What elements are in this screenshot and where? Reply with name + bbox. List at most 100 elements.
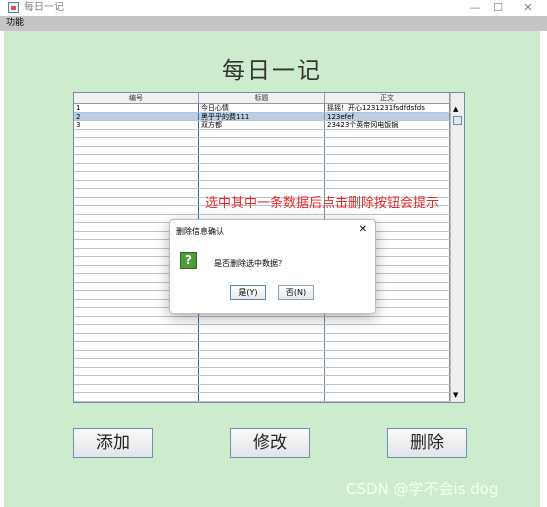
cell-title (199, 172, 325, 180)
cell-id (74, 342, 199, 350)
cell-title (199, 155, 325, 163)
title-bar: 每日一记 — ☐ ✕ (0, 0, 547, 16)
cell-title (199, 325, 325, 333)
cell-title: 双方都 (199, 121, 325, 129)
table-row[interactable] (74, 163, 450, 172)
cell-body (325, 384, 450, 392)
edit-button[interactable]: 修改 (230, 428, 310, 458)
annotation-text: 选中其中一条数据后点击删除按钮会提示 (205, 196, 440, 211)
cell-title (199, 367, 325, 375)
menu-bar: 功能 (0, 16, 547, 31)
cell-id: 3 (74, 121, 199, 129)
cell-title (199, 393, 325, 401)
dialog-title: 删除信息确认 (176, 227, 224, 236)
table-row[interactable] (74, 359, 450, 368)
cell-body (325, 393, 450, 401)
table-row[interactable] (74, 393, 450, 402)
table-row[interactable] (74, 376, 450, 385)
scroll-thumb[interactable] (453, 116, 462, 125)
app-heading: 每日一记 (222, 58, 322, 84)
maximize-button[interactable]: ☐ (483, 0, 513, 16)
scroll-down-icon[interactable]: ▼ (453, 391, 458, 399)
cell-body (325, 172, 450, 180)
table-row[interactable]: 1 今日心情 摇摇！开心1231231fsdfdsfds (74, 104, 450, 113)
no-button[interactable]: 否(N) (278, 285, 314, 300)
scroll-up-icon[interactable]: ▲ (453, 105, 458, 113)
cell-id (74, 393, 199, 401)
cell-body (325, 367, 450, 375)
cell-id (74, 189, 199, 197)
table-row[interactable] (74, 333, 450, 342)
cell-id (74, 146, 199, 154)
cell-body (325, 333, 450, 341)
table-row[interactable] (74, 342, 450, 351)
cell-title (199, 138, 325, 146)
cell-body (325, 138, 450, 146)
cell-id (74, 129, 199, 137)
table-row[interactable] (74, 146, 450, 155)
table-row[interactable]: 3 双方都 23423个英帝冈电饭锅 (74, 121, 450, 130)
cell-id (74, 138, 199, 146)
yes-button[interactable]: 是(Y) (230, 285, 266, 300)
cell-body (325, 146, 450, 154)
cell-id (74, 367, 199, 375)
cell-id (74, 172, 199, 180)
table-row[interactable] (74, 316, 450, 325)
cell-body (325, 316, 450, 324)
table-header: 编号 标题 正文 (74, 93, 450, 104)
cell-title (199, 163, 325, 171)
cell-title (199, 359, 325, 367)
cell-title (199, 146, 325, 154)
cell-title (199, 376, 325, 384)
cell-id (74, 350, 199, 358)
add-button[interactable]: 添加 (73, 428, 153, 458)
delete-confirm-dialog: 删除信息确认 ✕ ? 是否删除选中数据？ 是(Y) 否(N) (169, 219, 376, 314)
close-button[interactable]: ✕ (513, 0, 543, 16)
cell-body (325, 376, 450, 384)
table-row[interactable] (74, 180, 450, 189)
cell-id (74, 163, 199, 171)
cell-id (74, 325, 199, 333)
question-icon: ? (180, 252, 197, 269)
table-row[interactable] (74, 367, 450, 376)
cell-body (325, 342, 450, 350)
cell-title (199, 333, 325, 341)
cell-body (325, 359, 450, 367)
cell-id (74, 316, 199, 324)
table-row[interactable] (74, 350, 450, 359)
table-row[interactable] (74, 325, 450, 334)
table-row[interactable]: 2 黑乎乎的费111 123efef (74, 112, 450, 121)
column-header-title[interactable]: 标题 (199, 93, 325, 103)
table-row[interactable] (74, 155, 450, 164)
cell-body (325, 180, 450, 188)
cell-body (325, 155, 450, 163)
dialog-close-icon[interactable]: ✕ (359, 224, 367, 235)
java-app-icon (8, 2, 19, 13)
table-scrollbar[interactable]: ▲ ▼ (450, 93, 464, 402)
cell-title (199, 350, 325, 358)
window-title: 每日一记 (24, 2, 64, 13)
cell-body (325, 325, 450, 333)
cell-title (199, 384, 325, 392)
cell-id (74, 359, 199, 367)
table-row[interactable] (74, 138, 450, 147)
menu-function[interactable]: 功能 (6, 17, 24, 30)
cell-id: 1 (74, 104, 199, 112)
cell-id (74, 155, 199, 163)
cell-title: 今日心情 (199, 104, 325, 112)
column-header-id[interactable]: 编号 (74, 93, 199, 103)
cell-id (74, 384, 199, 392)
cell-body: 摇摇！开心1231231fsdfdsfds (325, 104, 450, 112)
table-row[interactable] (74, 129, 450, 138)
column-header-body[interactable]: 正文 (325, 93, 450, 103)
cell-body (325, 350, 450, 358)
table-row[interactable] (74, 384, 450, 393)
delete-button[interactable]: 删除 (387, 428, 467, 458)
cell-body: 123efef (325, 112, 450, 120)
cell-id (74, 376, 199, 384)
cell-id (74, 197, 199, 205)
table-row[interactable] (74, 172, 450, 181)
cell-title (199, 180, 325, 188)
cell-title (199, 316, 325, 324)
cell-id (74, 333, 199, 341)
